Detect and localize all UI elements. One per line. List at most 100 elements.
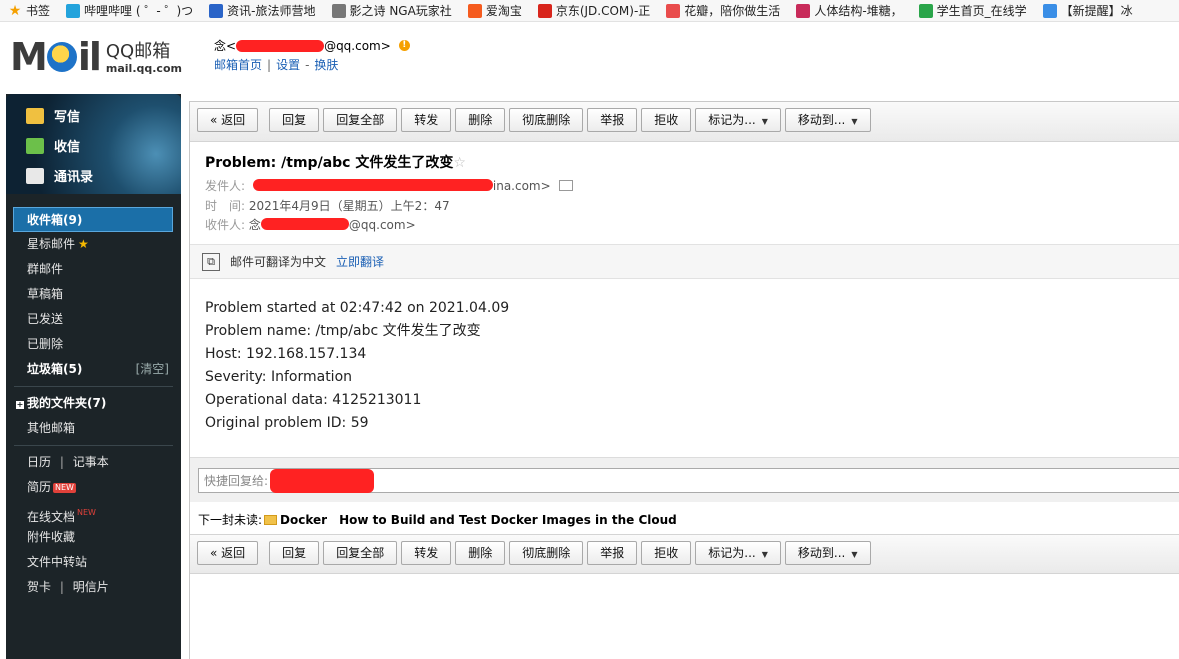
bookmark-item[interactable]: 【新提醒】冰 <box>1035 2 1141 19</box>
folder-list: 收件箱(9) 星标邮件 ★ 群邮件 草稿箱 已发送 已删除 垃圾箱(5) [清空] … <box>6 207 181 600</box>
reply-all-button[interactable]: 回复全部 <box>323 541 398 565</box>
reply-button[interactable]: 回复 <box>269 541 320 565</box>
folder-spam[interactable]: 垃圾箱(5) [清空] <box>6 357 181 382</box>
back-button[interactable]: « 返回 <box>197 108 259 132</box>
user-account: 念< @qq.com> ! <box>214 37 410 54</box>
clear-spam-link[interactable]: [清空] <box>136 357 169 382</box>
delete-button[interactable]: 删除 <box>455 108 506 132</box>
mail-subject: Problem: /tmp/abc 文件发生了改变☆ <box>205 155 466 171</box>
reject-button[interactable]: 拒收 <box>641 541 692 565</box>
folder-inbox[interactable]: 收件箱(9) <box>13 207 173 232</box>
folder-drafts[interactable]: 草稿箱 <box>6 282 181 307</box>
forward-button[interactable]: 转发 <box>401 541 452 565</box>
delete-permanently-button[interactable]: 彻底删除 <box>509 541 584 565</box>
bookmark-item[interactable]: 人体结构-堆糖， <box>788 2 910 19</box>
greeting-card-link[interactable]: 贺卡 <box>27 580 51 594</box>
settings-link[interactable]: 设置 <box>276 58 300 72</box>
delete-permanently-button[interactable]: 彻底删除 <box>509 108 584 132</box>
contact-card-icon[interactable] <box>558 180 573 191</box>
reply-button[interactable]: 回复 <box>269 108 320 132</box>
from-row: 发件人: ina.com> <box>205 177 573 194</box>
time-row: 时 间: 2021年4月9日（星期五）上午2：47 <box>205 199 450 213</box>
redaction-mark <box>270 468 375 493</box>
qq-mail-logo[interactable]: Mil QQ邮箱 mail.qq.com <box>10 38 182 76</box>
compose-label: 写信 <box>54 110 81 125</box>
bookmark-item[interactable]: 哔哩哔哩 ( ゜- ゜)つ <box>58 2 201 19</box>
taobao-icon <box>467 3 482 18</box>
postcard-link[interactable]: 明信片 <box>73 580 109 594</box>
mark-as-dropdown[interactable]: 标记为... ▼ <box>695 541 781 565</box>
folder-sent[interactable]: 已发送 <box>6 307 181 332</box>
online-doc-link[interactable]: 在线文档 NEW <box>6 500 181 525</box>
compose-button[interactable]: 写信 <box>26 106 80 125</box>
mail-view: « 返回 回复 回复全部 转发 删除 彻底删除 举报 拒收 标记为... ▼ 移动… <box>189 101 1179 659</box>
next-unread-row[interactable]: 下一封未读: Docker How to Build and Test Dock… <box>190 507 1179 532</box>
contacts-label: 通讯录 <box>54 170 94 185</box>
bookmark-item[interactable]: 学生首页_在线学 <box>911 2 1035 19</box>
move-to-dropdown[interactable]: 移动到... ▼ <box>784 541 871 565</box>
huaban-icon <box>666 3 681 18</box>
folder-group[interactable]: 群邮件 <box>6 257 181 282</box>
bookmark-item[interactable]: 资讯-旅法师营地 <box>201 2 323 19</box>
next-sender[interactable]: Docker <box>280 513 327 527</box>
contacts-button[interactable]: 通讯录 <box>26 166 93 185</box>
mailbox-home-link[interactable]: 邮箱首页 <box>214 58 262 72</box>
attachments-link[interactable]: 附件收藏 <box>6 525 181 550</box>
next-mail-title[interactable]: How to Build and Test Docker Images in t… <box>339 513 677 527</box>
body-line: Severity: Information <box>205 369 353 385</box>
expand-icon[interactable]: + <box>16 401 24 409</box>
calendar-link[interactable]: 日历 <box>27 455 51 469</box>
my-folders[interactable]: + 我的文件夹(7) <box>6 391 181 416</box>
bookmark-item[interactable]: 爱淘宝 <box>460 2 530 19</box>
translate-now-link[interactable]: 立即翻译 <box>336 253 384 270</box>
quick-reply-input[interactable]: 快捷回复给: <box>198 468 1179 493</box>
file-transfer-link[interactable]: 文件中转站 <box>6 550 181 575</box>
forward-button[interactable]: 转发 <box>401 108 452 132</box>
report-button[interactable]: 举报 <box>587 541 638 565</box>
bookmark-item[interactable]: 花瓣，陪你做生活 <box>658 2 788 19</box>
sidebar: 写信 收信 通讯录 收件箱(9) 星标邮件 ★ 群邮件 草稿箱 已发送 已删除 垃… <box>6 94 181 659</box>
delete-button[interactable]: 删除 <box>455 541 506 565</box>
back-button[interactable]: « 返回 <box>197 541 259 565</box>
yingdi-icon <box>209 3 224 18</box>
logo-title: QQ邮箱 <box>105 41 171 62</box>
duitang-icon <box>796 3 811 18</box>
jd-icon <box>537 3 552 18</box>
to-address[interactable]: @qq.com> <box>349 218 416 232</box>
redaction-mark <box>252 179 493 191</box>
download-icon <box>26 137 44 154</box>
chevron-down-icon: ▼ <box>761 550 768 559</box>
reject-button[interactable]: 拒收 <box>641 108 692 132</box>
warning-icon[interactable]: ! <box>398 40 410 51</box>
translate-icon: ⧉ <box>202 252 220 271</box>
folder-other-mailbox[interactable]: 其他邮箱 <box>6 416 181 441</box>
new-badge: NEW <box>77 508 96 517</box>
translate-bar: ⧉ 邮件可翻译为中文 立即翻译 <box>190 244 1179 279</box>
notes-link[interactable]: 记事本 <box>73 455 109 469</box>
folder-deleted[interactable]: 已删除 <box>6 332 181 357</box>
mail-body: Problem started at 02:47:42 on 2021.04.0… <box>205 297 509 435</box>
bookmark-item[interactable]: 影之诗 NGA玩家社 <box>324 2 460 19</box>
star-outline-icon[interactable]: ☆ <box>453 155 466 171</box>
bookmark-item[interactable]: 京东(JD.COM)-正 <box>530 2 658 19</box>
chevron-down-icon: ▼ <box>761 117 768 126</box>
mark-as-dropdown[interactable]: 标记为... ▼ <box>695 108 781 132</box>
report-button[interactable]: 举报 <box>587 108 638 132</box>
reply-all-button[interactable]: 回复全部 <box>323 108 398 132</box>
user-links: 邮箱首页 | 设置 - 换肤 <box>214 58 339 72</box>
move-to-dropdown[interactable]: 移动到... ▼ <box>784 108 871 132</box>
bookmark-item[interactable]: ★ 书签 <box>0 2 58 19</box>
quick-reply-bar: 快捷回复给: <box>190 457 1179 502</box>
body-line: Problem name: /tmp/abc 文件发生了改变 <box>205 323 481 339</box>
from-address[interactable]: ina.com> <box>493 179 551 193</box>
bottom-toolbar: « 返回 回复 回复全部 转发 删除 彻底删除 举报 拒收 标记为... ▼ 移动… <box>190 534 1179 574</box>
receive-button[interactable]: 收信 <box>26 136 80 155</box>
divider <box>14 386 173 387</box>
folder-starred[interactable]: 星标邮件 ★ <box>6 232 181 257</box>
header: Mil QQ邮箱 mail.qq.com 念< @qq.com> ! 邮箱首页 |… <box>0 23 1179 93</box>
skin-link[interactable]: 换肤 <box>314 58 338 72</box>
resume-link[interactable]: 简历 NEW <box>6 475 181 500</box>
globe-icon <box>331 3 346 18</box>
body-line: Host: 192.168.157.134 <box>205 346 367 362</box>
calendar-notes-row: 日历 | 记事本 <box>27 455 109 469</box>
